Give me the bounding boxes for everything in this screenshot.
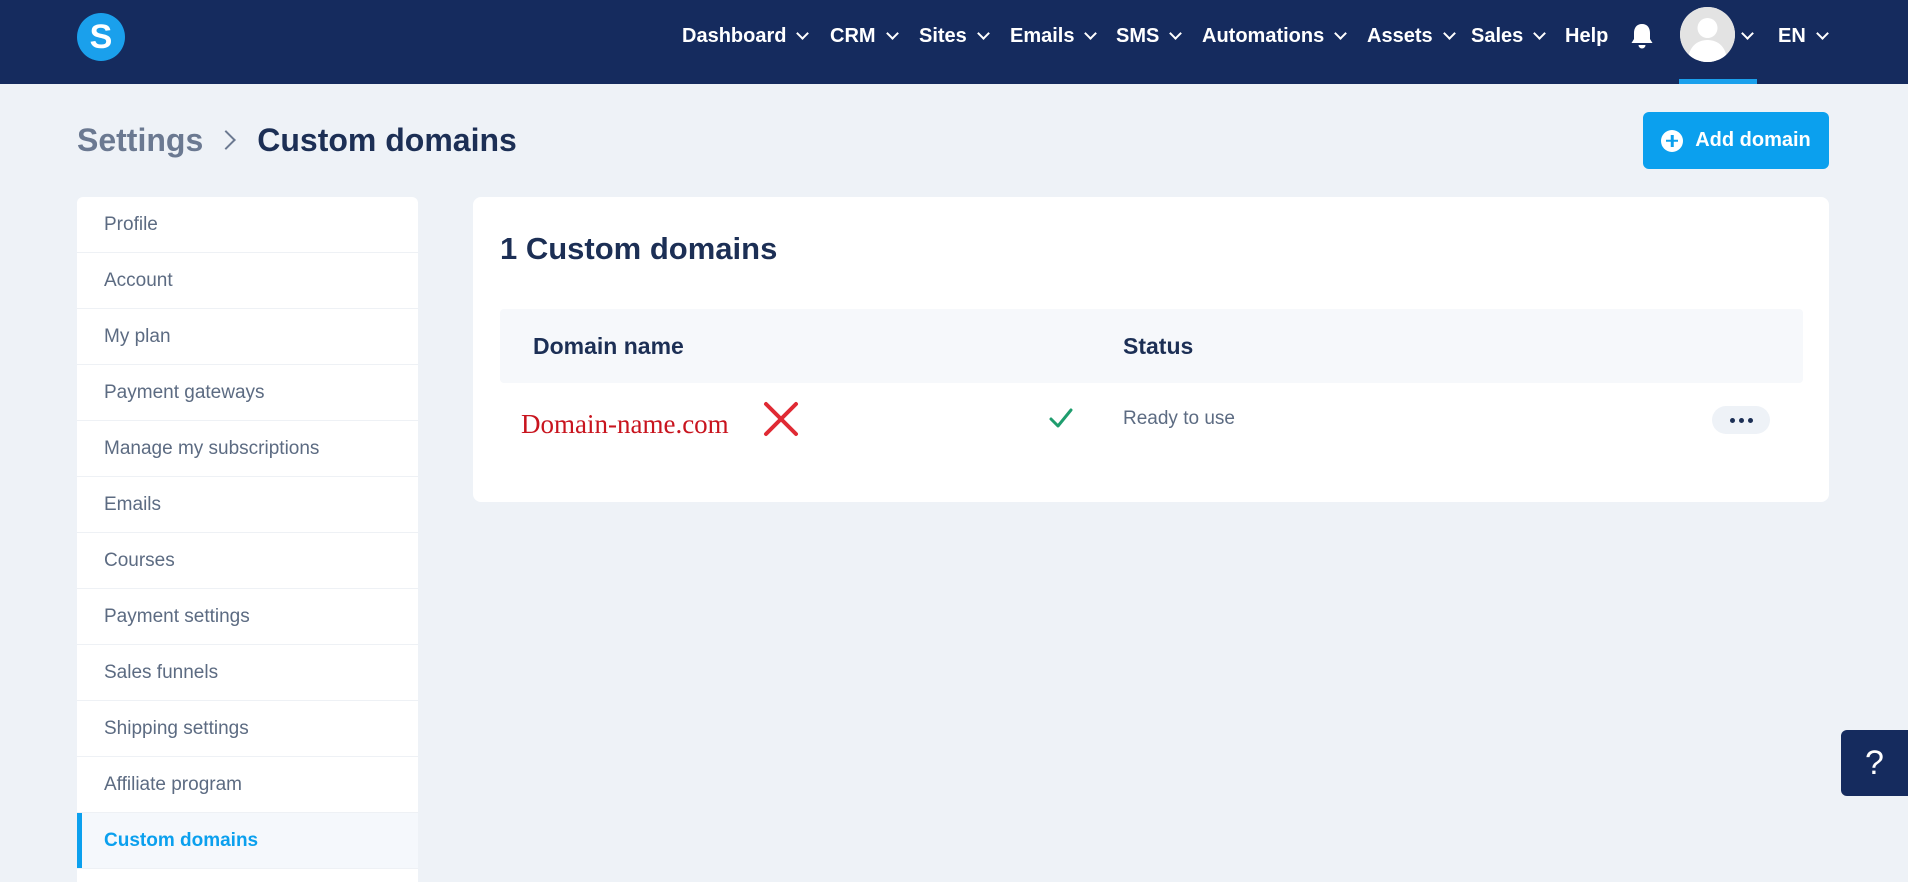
- user-avatar-icon: [1680, 7, 1735, 62]
- top-navbar: S Dashboard CRM Sites Emails SMS Automat…: [0, 0, 1908, 84]
- custom-domains-panel: 1 Custom domains Domain name Status Doma…: [473, 197, 1829, 502]
- nav-sales-label: Sales: [1471, 24, 1524, 47]
- chevron-down-icon: [1442, 26, 1456, 40]
- nav-assets[interactable]: Assets: [1367, 0, 1456, 72]
- chevron-down-icon: [1334, 26, 1348, 40]
- chevron-down-icon: [885, 26, 899, 40]
- nav-help-label: Help: [1565, 24, 1609, 47]
- nav-crm[interactable]: CRM: [830, 0, 899, 72]
- sidebar-item-custom-domains[interactable]: Custom domains: [77, 813, 418, 869]
- plus-circle-icon: [1661, 129, 1684, 152]
- sidebar-item-my-plan[interactable]: My plan: [77, 309, 418, 365]
- add-domain-button[interactable]: Add domain: [1643, 112, 1829, 169]
- sidebar-item-courses[interactable]: Courses: [77, 533, 418, 589]
- nav-sites-label: Sites: [919, 24, 967, 47]
- nav-sales[interactable]: Sales: [1471, 0, 1547, 72]
- chevron-down-icon: [1084, 26, 1098, 40]
- bell-icon[interactable]: [1629, 22, 1655, 50]
- nav-emails[interactable]: Emails: [1010, 0, 1098, 72]
- sidebar-item-profile[interactable]: Profile: [77, 197, 418, 253]
- domain-name-cell[interactable]: Domain-name.com: [521, 409, 729, 440]
- chevron-down-icon: [1169, 26, 1183, 40]
- sidebar-item-sales-funnels[interactable]: Sales funnels: [77, 645, 418, 701]
- add-domain-label: Add domain: [1695, 129, 1811, 151]
- main-nav: Dashboard CRM Sites Emails SMS Automatio…: [0, 0, 1908, 84]
- breadcrumb: Settings Custom domains: [77, 118, 517, 162]
- help-label: ?: [1865, 743, 1884, 782]
- nav-sms[interactable]: SMS: [1116, 0, 1183, 72]
- active-indicator: [1679, 79, 1757, 84]
- row-actions-button[interactable]: [1712, 406, 1770, 434]
- red-x-icon: [764, 402, 798, 436]
- nav-emails-label: Emails: [1010, 24, 1075, 47]
- more-dots-icon: [1738, 417, 1744, 423]
- nav-dashboard[interactable]: Dashboard: [682, 0, 810, 72]
- nav-automations-label: Automations: [1202, 24, 1325, 47]
- nav-help[interactable]: Help: [1565, 0, 1608, 72]
- sidebar-item-manage-subscriptions[interactable]: Manage my subscriptions: [77, 421, 418, 477]
- chevron-right-icon: [216, 130, 237, 150]
- avatar-menu-toggle[interactable]: [1741, 0, 1754, 72]
- status-text: Ready to use: [1123, 408, 1235, 429]
- column-header-status: Status: [1123, 332, 1194, 359]
- nav-sites[interactable]: Sites: [919, 0, 990, 72]
- chevron-down-icon: [1533, 26, 1547, 40]
- sidebar-item-emails[interactable]: Emails: [77, 477, 418, 533]
- table-header: Domain name Status: [500, 309, 1803, 383]
- nav-dashboard-label: Dashboard: [682, 24, 787, 47]
- settings-sidebar: Profile Account My plan Payment gateways…: [77, 197, 418, 882]
- language-label: EN: [1778, 24, 1806, 47]
- panel-title: 1 Custom domains: [500, 231, 778, 266]
- chevron-down-icon: [1741, 26, 1754, 40]
- sidebar-item-account[interactable]: Account: [77, 253, 418, 309]
- chevron-down-icon: [976, 26, 990, 40]
- breadcrumb-settings-link[interactable]: Settings: [77, 122, 203, 159]
- table-row: Domain-name.com Ready to use: [500, 383, 1803, 463]
- check-icon: [1049, 408, 1073, 428]
- nav-assets-label: Assets: [1367, 24, 1433, 47]
- sidebar-item-affiliate-program[interactable]: Affiliate program: [77, 757, 418, 813]
- sidebar-item-shipping-settings[interactable]: Shipping settings: [77, 701, 418, 757]
- page-title: Custom domains: [257, 121, 517, 158]
- chevron-down-icon: [796, 26, 810, 40]
- column-header-domain: Domain name: [533, 332, 684, 359]
- sidebar-item-payment-gateways[interactable]: Payment gateways: [77, 365, 418, 421]
- nav-sms-label: SMS: [1116, 24, 1160, 47]
- more-dots-icon: [1747, 417, 1753, 423]
- language-selector[interactable]: EN: [1778, 0, 1829, 72]
- more-dots-icon: [1729, 417, 1735, 423]
- nav-crm-label: CRM: [830, 24, 876, 47]
- chevron-down-icon: [1815, 26, 1829, 40]
- help-button[interactable]: ?: [1841, 730, 1908, 796]
- nav-automations[interactable]: Automations: [1202, 0, 1348, 72]
- avatar[interactable]: [1680, 7, 1735, 62]
- sidebar-item-payment-settings[interactable]: Payment settings: [77, 589, 418, 645]
